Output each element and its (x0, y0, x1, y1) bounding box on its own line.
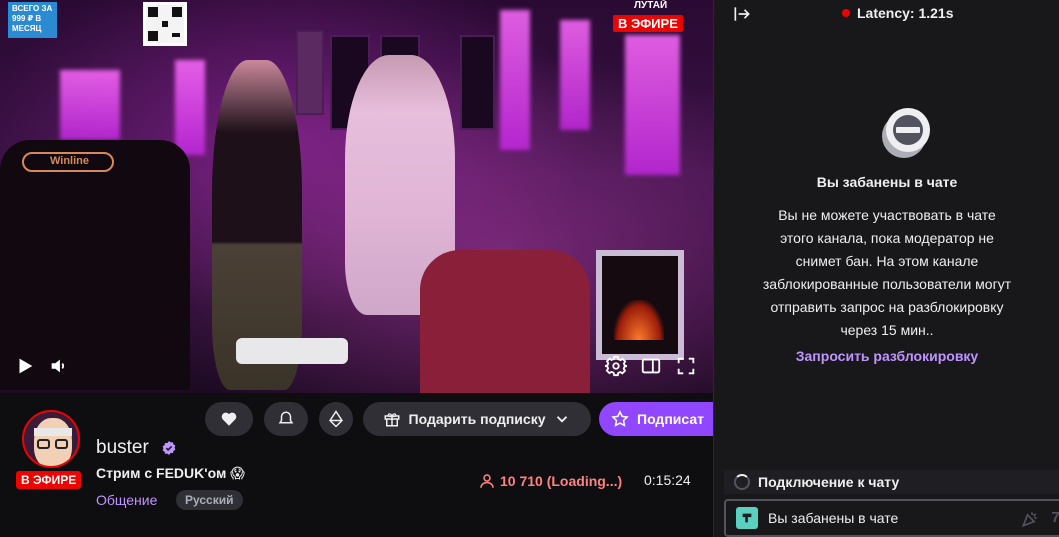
bits-icon (329, 410, 343, 428)
chat-panel: Latency: 1.21s Вы забанены в чате Вы не … (713, 0, 1059, 537)
bits-button[interactable] (319, 402, 353, 436)
theatre-mode-icon (641, 358, 661, 374)
gift-subscription-label: Подарить подписку (408, 411, 546, 427)
party-popper-icon[interactable] (1020, 509, 1040, 529)
connection-status-text: Подключение к чату (758, 474, 900, 490)
heart-icon (221, 412, 237, 426)
qr-code (143, 2, 187, 46)
avatar (22, 410, 80, 468)
settings-button[interactable] (603, 353, 629, 379)
star-icon (611, 410, 629, 427)
streamer-name[interactable]: buster (96, 437, 149, 459)
gift-icon (384, 413, 400, 427)
stream-page: Winline ВСЕГО ЗА 999 ₽ В МЕСЯЦ ЛУТАЙ В Э… (0, 0, 1059, 537)
avatar-glasses (55, 439, 68, 449)
scene-fire (614, 300, 664, 340)
volume-button[interactable] (46, 353, 72, 379)
language-tag[interactable]: Русский (176, 490, 243, 510)
subscribe-label: Подписат (637, 411, 704, 427)
fullscreen-icon (677, 357, 695, 375)
scene-panel (460, 35, 495, 130)
chat-input-placeholder: Вы забанены в чате (768, 510, 899, 526)
stream-uptime: 0:15:24 (644, 472, 691, 488)
avatar-glasses (37, 439, 50, 449)
scene-light (625, 35, 680, 175)
gear-icon (605, 355, 627, 377)
unban-request-link[interactable]: Запросить разблокировку (714, 348, 1059, 364)
scene-panel (296, 30, 324, 115)
status-dot (842, 9, 850, 17)
latency-indicator: Latency: 1.21s (842, 5, 954, 21)
badge-glyph-icon (742, 513, 752, 523)
promo-badge: ВСЕГО ЗА 999 ₽ В МЕСЯЦ (8, 2, 57, 38)
scene-light (500, 10, 530, 150)
streamer-avatar-link[interactable] (22, 410, 80, 480)
notifications-button[interactable] (264, 402, 308, 436)
latency-text: Latency: 1.21s (857, 5, 954, 21)
chat-connection-status: Подключение к чату (724, 470, 1059, 494)
bell-icon (278, 411, 294, 424)
live-badge: В ЭФИРЕ (16, 471, 82, 489)
scene-light (60, 70, 120, 140)
chair-logo: Winline (22, 152, 114, 172)
person-icon (480, 474, 494, 488)
overlay-sign: ЛУТАЙ (634, 0, 668, 11)
theatre-mode-button[interactable] (638, 353, 664, 379)
overlay-live-badge: В ЭФИРЕ (613, 15, 683, 32)
ban-title: Вы забанены в чате (816, 174, 958, 190)
chat-input[interactable]: Вы забанены в чате 74 (724, 499, 1059, 537)
avatar-headband (34, 428, 72, 436)
scene-light (175, 60, 205, 155)
volume-icon (51, 359, 65, 373)
collapse-chat-icon[interactable] (732, 4, 752, 24)
play-icon (19, 358, 33, 374)
spinner-icon (734, 474, 750, 490)
scene-light (560, 20, 590, 130)
viewer-count: 10 710 (Loading...) (478, 472, 622, 490)
ban-icon (882, 108, 930, 158)
verified-icon (162, 441, 176, 455)
badge-icon[interactable] (736, 507, 758, 529)
fullscreen-button[interactable] (673, 353, 699, 379)
input-counter: 74 (1051, 509, 1059, 526)
video-player[interactable]: Winline ВСЕГО ЗА 999 ₽ В МЕСЯЦ ЛУТАЙ В Э… (0, 0, 713, 393)
gift-subscription-button[interactable]: Подарить подписку (363, 402, 591, 436)
scene-lamp (236, 338, 348, 364)
ban-message: Вы не можете участвовать в чате этого ка… (762, 207, 1012, 338)
category-link[interactable]: Общение (96, 492, 157, 508)
viewer-count-text: 10 710 (Loading...) (500, 473, 623, 489)
scene-sofa (420, 250, 590, 393)
stream-title: Стрим с FEDUK'ом 😱 (96, 465, 245, 481)
follow-button[interactable] (205, 402, 253, 436)
subscribe-button[interactable]: Подписат (599, 402, 719, 436)
chevron-down-icon (557, 416, 568, 423)
play-button[interactable] (12, 353, 38, 379)
